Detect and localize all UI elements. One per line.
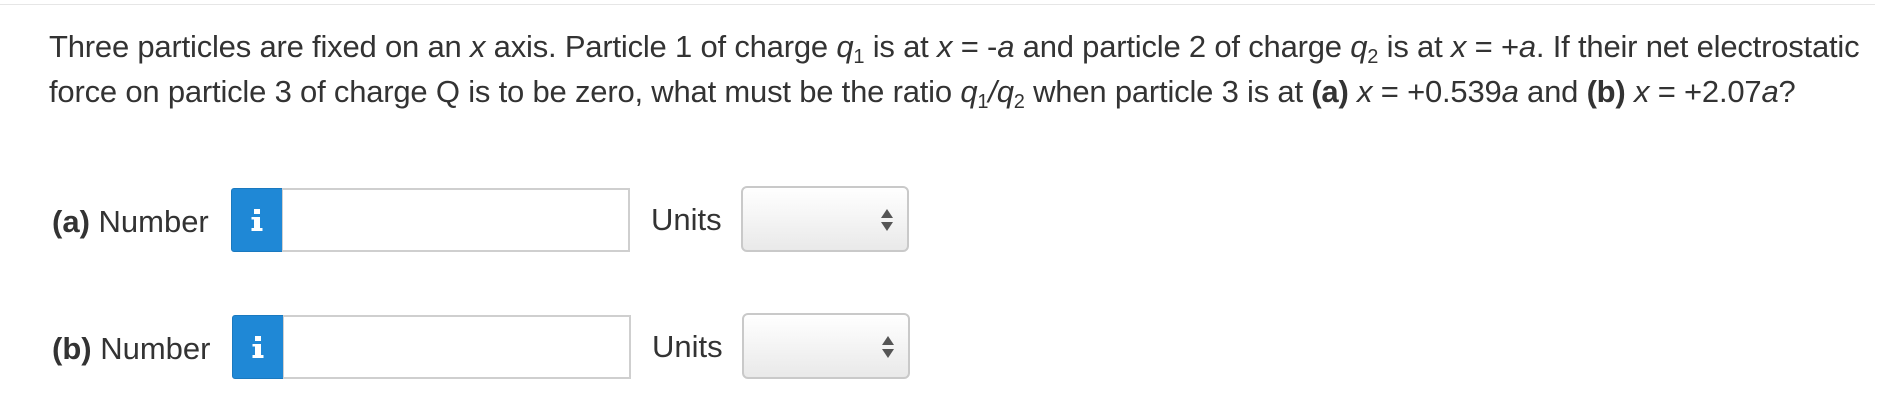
answer-row-b: (b) Number Units [0,313,1882,383]
answer-label-b: (b) Number [52,331,211,366]
number-input-b[interactable] [283,315,631,379]
top-divider [0,4,1875,5]
answer-label-a: (a) Number [52,204,209,239]
question-text: Three particles are fixed on an x axis. … [49,29,1860,113]
units-select-a[interactable] [741,186,909,252]
select-arrows-icon [882,336,894,358]
units-label-a: Units [651,202,722,237]
info-icon [252,336,264,358]
select-arrows-icon [881,209,893,231]
info-button-b[interactable] [232,315,284,379]
answer-row-a: (a) Number Units [0,186,1882,256]
units-label-b: Units [652,329,723,364]
number-input-a[interactable] [282,188,630,252]
units-select-b[interactable] [742,313,910,379]
info-icon [251,209,263,231]
info-button-a[interactable] [231,188,283,252]
